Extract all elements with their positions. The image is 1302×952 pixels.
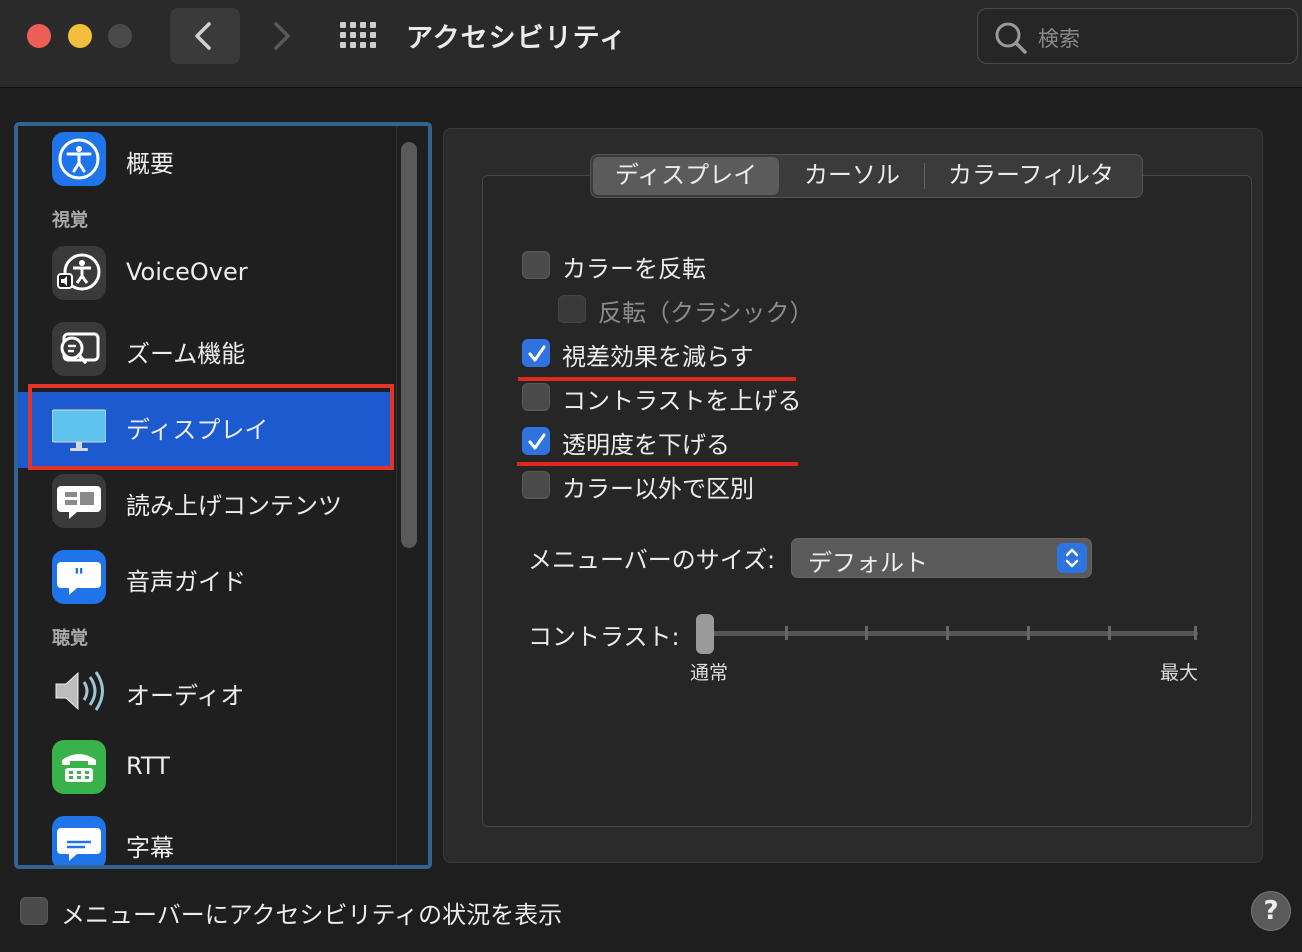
tab-divider [924, 163, 925, 189]
checkbox[interactable] [522, 339, 550, 367]
sidebar-item-label: RTT [126, 752, 170, 780]
grid-dot [340, 32, 346, 38]
toolbar: アクセシビリティ 検索 [0, 0, 1302, 88]
slider-tick [1108, 626, 1111, 640]
sidebar-section-hearing: 聴覚 [52, 628, 88, 649]
descriptions-icon: " [52, 550, 106, 604]
chevron-left-icon [195, 22, 211, 50]
sidebar-item-label: ディスプレイ [126, 416, 269, 444]
sidebar-item-display[interactable]: ディスプレイ [18, 392, 394, 468]
sidebar-item-zoom[interactable]: ズーム機能 [18, 316, 394, 392]
annotation-underline [517, 462, 798, 466]
forward-button[interactable] [248, 8, 308, 64]
slider-tick [785, 626, 788, 640]
checkmark-icon [528, 433, 546, 450]
tab-bar: ディスプレイ カーソル カラーフィルタ [590, 154, 1143, 198]
sidebar-item-spoken-content[interactable]: 読み上げコンテンツ [18, 468, 394, 544]
show-all-button[interactable] [340, 22, 378, 50]
checkbox[interactable] [522, 383, 550, 411]
menubar-size-popup[interactable]: デフォルト [791, 538, 1092, 578]
tab-color-filters[interactable]: カラーフィルタ [931, 155, 1131, 197]
tab-cursor[interactable]: カーソル [787, 155, 917, 197]
slider-tick [946, 626, 949, 640]
slider-tick [1194, 626, 1197, 640]
back-button[interactable] [170, 8, 240, 64]
contrast-max-label: 最大 [1160, 662, 1199, 684]
captions-icon [52, 816, 106, 865]
option-label: カラー以外で区別 [562, 475, 754, 503]
option-label: 視差効果を減らす [562, 343, 754, 371]
popup-stepper-icon [1057, 543, 1087, 573]
voiceover-icon [52, 246, 106, 300]
option-label: カラーを反転 [562, 255, 706, 283]
close-window-button[interactable] [27, 24, 51, 48]
slider-tick [865, 626, 868, 640]
grid-dot [350, 32, 356, 38]
menubar-size-label: メニューバーのサイズ: [528, 546, 776, 574]
checkbox[interactable] [522, 251, 550, 279]
sidebar-item-label: VoiceOver [126, 258, 248, 286]
zoom-icon [52, 322, 106, 376]
grid-dot [360, 32, 366, 38]
sidebar-item-label: 字幕 [126, 834, 174, 862]
grid-dot [370, 42, 376, 48]
sidebar-section-vision: 視覚 [52, 210, 88, 231]
sidebar-item-voiceover[interactable]: VoiceOver [18, 240, 394, 316]
grid-dot [370, 32, 376, 38]
sidebar-scrollbar-thumb[interactable] [401, 142, 417, 548]
sidebar-item-descriptions[interactable]: " 音声ガイド [18, 544, 394, 620]
sidebar-item-label: ズーム機能 [126, 340, 246, 368]
sidebar-item-audio[interactable]: オーディオ [18, 658, 394, 734]
spoken-content-icon [52, 474, 106, 528]
contrast-min-label: 通常 [690, 662, 729, 684]
display-icon [51, 398, 107, 452]
zoom-window-button[interactable] [108, 24, 132, 48]
speaker-icon [52, 664, 106, 718]
option-label: 透明度を下げる [562, 431, 730, 459]
checkbox[interactable] [20, 897, 48, 925]
window-title: アクセシビリティ [406, 23, 628, 54]
option-label: 反転（クラシック） [598, 299, 814, 327]
accessibility-icon [52, 132, 106, 186]
status-option-label: メニューバーにアクセシビリティの状況を表示 [61, 901, 563, 929]
search-icon [995, 22, 1027, 54]
grid-dot [360, 42, 366, 48]
grid-dot [350, 22, 356, 28]
checkmark-icon [528, 345, 546, 362]
checkbox[interactable] [522, 427, 550, 455]
sidebar[interactable]: 概要 視覚 VoiceOver ズーム機能 ディスプレイ 読み上げコンテンツ "… [14, 122, 432, 869]
grid-dot [360, 22, 366, 28]
minimize-window-button[interactable] [68, 24, 92, 48]
checkbox[interactable] [522, 471, 550, 499]
tab-display[interactable]: ディスプレイ [593, 157, 779, 195]
preferences-window: アクセシビリティ 検索 概要 視覚 VoiceOver ズーム機能 ディスプレイ… [0, 0, 1302, 952]
sidebar-list: 概要 視覚 VoiceOver ズーム機能 ディスプレイ 読み上げコンテンツ "… [18, 126, 398, 865]
chevron-right-icon [274, 22, 290, 50]
grid-dot [350, 42, 356, 48]
grid-dot [370, 22, 376, 28]
option-label: コントラストを上げる [562, 387, 802, 415]
grid-dot [340, 22, 346, 28]
search-field[interactable]: 検索 [977, 8, 1298, 64]
sidebar-item-label: 音声ガイド [126, 568, 246, 596]
sidebar-item-captions[interactable]: 字幕 [18, 810, 394, 865]
search-placeholder: 検索 [1038, 27, 1080, 51]
contrast-label: コントラスト: [528, 623, 680, 651]
svg-text:": " [74, 564, 84, 588]
sidebar-item-overview[interactable]: 概要 [18, 126, 394, 202]
rtt-phone-icon [52, 740, 106, 794]
slider-tick [1027, 626, 1030, 640]
sidebar-item-rtt[interactable]: RTT [18, 734, 394, 810]
checkbox [558, 295, 586, 323]
sidebar-item-label: オーディオ [126, 682, 245, 710]
help-button[interactable]: ? [1251, 891, 1291, 931]
sidebar-item-label: 概要 [126, 150, 174, 178]
menubar-size-value: デフォルト [808, 549, 928, 577]
sidebar-item-label: 読み上げコンテンツ [126, 492, 342, 520]
contrast-slider-knob[interactable] [696, 614, 714, 654]
grid-dot [340, 42, 346, 48]
